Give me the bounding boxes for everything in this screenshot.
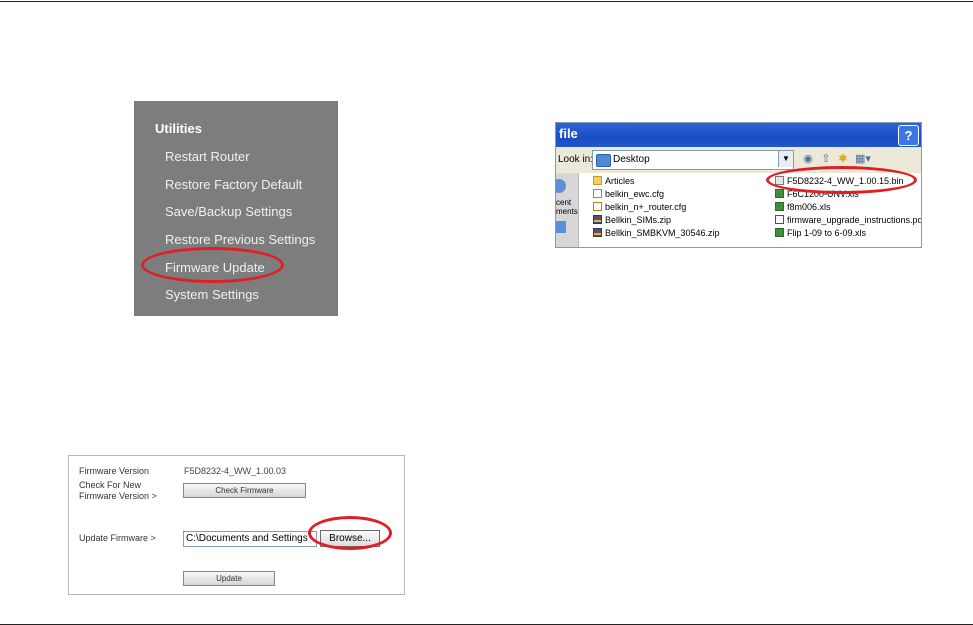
list-item[interactable]: belkin_ewc.cfg [593,189,664,199]
pdf-file-icon [775,215,784,224]
list-item[interactable]: firmware_upgrade_instructions.pdf [775,215,921,225]
view-menu-icon[interactable]: ▦▾ [854,153,872,165]
places-bar: cent ments [556,173,579,247]
desktop-places-icon[interactable] [556,221,566,233]
check-firmware-button[interactable]: Check Firmware [183,483,306,498]
top-rule [0,1,973,2]
check-firmware-label-line1: Check For New [79,480,142,490]
back-icon[interactable]: ◉ [802,153,814,165]
firmware-version-label: Firmware Version [79,466,150,476]
look-in-label: Look in: [558,154,594,165]
places-label: cent ments [556,198,578,216]
dialog-titlebar: file ? [556,123,921,147]
menu-item-restore-factory-default[interactable]: Restore Factory Default [165,177,302,192]
look-in-value: Desktop [613,154,650,165]
menu-item-restart-router[interactable]: Restart Router [165,149,250,164]
up-folder-icon[interactable]: ⇧ [820,153,832,165]
list-item[interactable]: f8m006.xls [775,202,831,212]
list-item[interactable]: belkin_n+_router.cfg [593,202,686,212]
chevron-down-icon[interactable]: ▼ [778,151,793,167]
folder-icon [593,176,602,185]
list-item[interactable]: Articles [593,176,635,186]
help-button[interactable]: ? [898,125,919,146]
dialog-title: file [559,126,578,141]
firmware-update-highlight [141,247,284,283]
list-item[interactable]: Bellkin_SMBKVM_30546.zip [593,228,720,238]
list-item[interactable]: Bellkin_SIMs.zip [593,215,671,225]
firmware-version-value: F5D8232-4_WW_1.00.03 [184,466,287,476]
look-in-select[interactable]: Desktop ▼ [592,150,794,170]
check-firmware-label-line2: Firmware Version > [79,491,157,501]
cfg-file-icon [593,202,602,211]
new-folder-icon[interactable]: ✱ [837,153,849,165]
menu-item-restore-previous-settings[interactable]: Restore Previous Settings [165,232,315,247]
recent-places-icon[interactable] [556,179,566,193]
browse-button-highlight [308,516,392,550]
update-firmware-label: Update Firmware > [79,533,156,543]
menu-item-save-backup-settings[interactable]: Save/Backup Settings [165,204,292,219]
xls-file-icon [775,228,784,237]
desktop-folder-icon [596,154,611,167]
list-item[interactable]: Flip 1-09 to 6-09.xls [775,228,866,238]
xls-file-icon [775,189,784,198]
bin-file-highlight [766,166,917,194]
zip-file-icon [593,228,602,237]
utilities-menu: Utilities Restart Router Restore Factory… [134,101,338,316]
firmware-file-path-input[interactable]: C:\Documents and Settings [183,531,317,547]
cfg-file-icon [593,189,602,198]
update-button[interactable]: Update [183,571,275,586]
utilities-title: Utilities [155,121,202,136]
menu-item-system-settings[interactable]: System Settings [165,287,259,302]
xls-file-icon [775,202,784,211]
zip-file-icon [593,215,602,224]
